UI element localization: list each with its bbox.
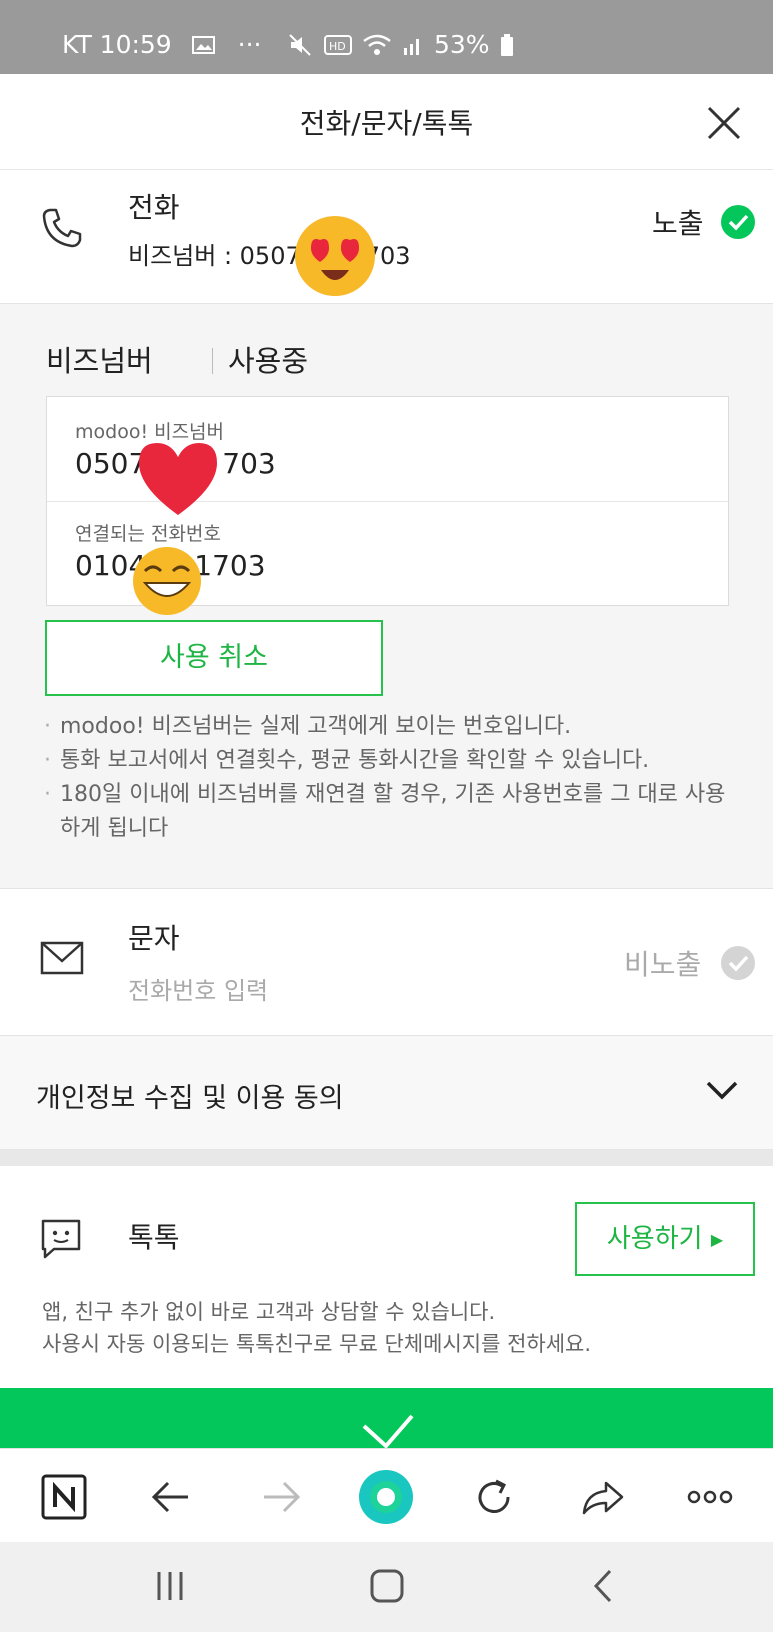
biz-number-section: 비즈넘버 사용중 modoo! 비즈넘버 0507 703 연결되는 전화번호 0…	[0, 304, 773, 888]
back-nav-button[interactable]	[580, 1564, 630, 1608]
refresh-button[interactable]	[466, 1469, 522, 1525]
modoo-number-tail: 703	[222, 447, 276, 480]
number-box: modoo! 비즈넘버 0507 703 연결되는 전화번호 0104 1703	[46, 396, 729, 615]
gallery-icon	[191, 36, 215, 54]
mute-icon	[289, 33, 311, 56]
talktalk-desc-line: 앱, 친구 추가 없이 바로 고객과 상담할 수 있습니다.	[42, 1300, 496, 1324]
status-carrier-time: KT 10:59 ···	[62, 30, 261, 59]
svg-text:HD: HD	[329, 40, 346, 53]
chevron-left-icon	[593, 1569, 612, 1603]
close-button[interactable]	[702, 101, 746, 145]
biz-number-title: 비즈넘버	[46, 344, 153, 378]
phone-icon	[42, 208, 82, 248]
home-button[interactable]	[362, 1564, 412, 1608]
note-item: modoo! 비즈넘버는 실제 고객에게 보이는 번호입니다.	[44, 710, 734, 744]
signal-icon	[404, 38, 419, 55]
more-icon	[687, 1490, 733, 1504]
section-gap	[0, 1150, 773, 1166]
naver-icon	[41, 1474, 87, 1520]
talktalk-section: 톡톡 사용하기 ▶ 앱, 친구 추가 없이 바로 고객과 상담할 수 있습니다.…	[0, 1166, 773, 1388]
cancel-use-button[interactable]: 사용 취소	[45, 620, 383, 696]
note-item: 통화 보고서에서 연결횟수, 평균 통화시간을 확인할 수 있습니다.	[44, 744, 734, 778]
biz-number-notes: modoo! 비즈넘버는 실제 고객에게 보이는 번호입니다. 통화 보고서에서…	[44, 710, 734, 846]
linked-number-caption: 연결되는 전화번호	[75, 523, 221, 545]
heart-eyes-emoji	[295, 216, 375, 296]
phone-biz-number-prefix: 비즈넘버 : 0507	[128, 242, 301, 270]
wifi-icon	[363, 34, 391, 55]
recent-apps-icon	[157, 1572, 183, 1600]
privacy-consent-row[interactable]: 개인정보 수집 및 이용 동의	[0, 1036, 773, 1150]
grinning-emoji	[133, 547, 201, 615]
forward-button[interactable]	[252, 1469, 308, 1525]
battery-icon	[500, 33, 513, 56]
heart-emoji	[139, 443, 217, 515]
arrow-left-icon	[151, 1481, 188, 1513]
page-title: 전화/문자/톡톡	[299, 107, 474, 140]
linked-number-tail: 1703	[194, 549, 266, 582]
naver-home-button[interactable]	[36, 1469, 92, 1525]
mail-icon	[40, 941, 84, 975]
use-talktalk-label: 사용하기	[606, 1224, 703, 1254]
privacy-consent-label: 개인정보 수집 및 이용 동의	[36, 1083, 344, 1114]
check-icon	[362, 1414, 414, 1448]
sms-phone-input[interactable]: 전화번호 입력	[128, 971, 268, 1006]
arrow-right-icon	[264, 1481, 301, 1513]
green-dot-button[interactable]	[358, 1469, 414, 1525]
caret-right-icon: ▶	[710, 1230, 724, 1249]
note-item: 180일 이내에 비즈넘버를 재연결 할 경우, 기존 사용번호를 그 대로 사…	[44, 778, 734, 846]
hd-icon: HD	[324, 34, 352, 55]
biz-number-divider	[212, 348, 213, 374]
battery-level: 53%	[434, 30, 490, 59]
biz-number-status: 사용중	[228, 344, 309, 378]
status-indicators: HD 53%	[288, 30, 514, 59]
sms-section[interactable]: 문자 전화번호 입력 비노출	[0, 888, 773, 1036]
check-circle-icon[interactable]	[720, 204, 756, 240]
use-talktalk-button[interactable]: 사용하기 ▶	[575, 1202, 755, 1276]
page-header: 전화/문자/톡톡	[0, 74, 773, 170]
recent-apps-button[interactable]	[145, 1564, 195, 1608]
back-button[interactable]	[144, 1469, 200, 1525]
phone-exposure-label: 노출	[652, 207, 704, 240]
sms-exposure-label: 비노출	[624, 948, 702, 981]
share-icon	[582, 1481, 624, 1515]
home-icon	[370, 1569, 404, 1603]
confirm-button[interactable]	[0, 1388, 773, 1448]
more-button[interactable]	[682, 1469, 738, 1525]
chevron-down-icon	[706, 1081, 738, 1100]
talktalk-description: 앱, 친구 추가 없이 바로 고객과 상담할 수 있습니다. 사용시 자동 이용…	[42, 1296, 591, 1360]
browser-toolbar	[0, 1448, 773, 1542]
system-nav-bar	[0, 1542, 773, 1632]
phone-section[interactable]: 전화 비즈넘버 : 0507 703 노출	[0, 170, 773, 304]
talktalk-desc-line: 사용시 자동 이용되는 톡톡친구로 무료 단체메시지를 전하세요.	[42, 1332, 592, 1356]
share-button[interactable]	[574, 1469, 630, 1525]
status-more: ···	[237, 30, 262, 59]
status-bar: KT 10:59 ··· HD 53%	[0, 0, 773, 74]
green-dot-icon	[359, 1470, 413, 1524]
chat-icon	[41, 1219, 81, 1259]
refresh-icon	[478, 1479, 510, 1513]
close-icon	[707, 106, 741, 140]
status-time: KT 10:59	[62, 30, 172, 59]
check-circle-icon[interactable]	[720, 945, 756, 981]
sms-title: 문자	[128, 922, 180, 955]
talktalk-title: 톡톡	[128, 1221, 180, 1254]
phone-title: 전화	[128, 191, 180, 224]
